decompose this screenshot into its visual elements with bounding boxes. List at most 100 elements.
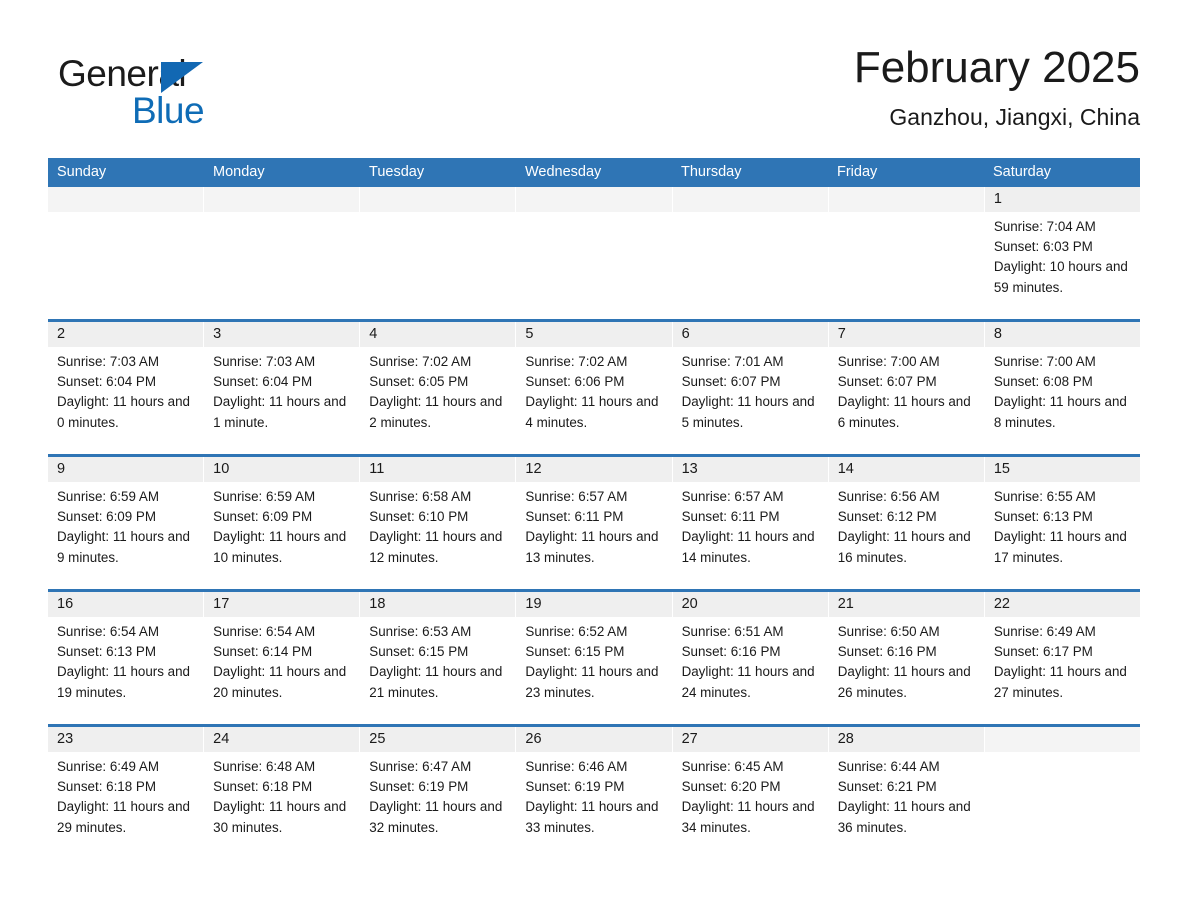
weekday-header-saturday: Saturday [993, 164, 1052, 180]
sunrise-text: Sunrise: 7:01 AM [681, 354, 784, 369]
day-cell[interactable]: 13 Sunrise: 6:57 AM Sunset: 6:11 PM Dayl… [672, 457, 829, 589]
day-details: Sunrise: 6:54 AM Sunset: 6:14 PM Dayligh… [204, 617, 359, 703]
sunrise-text: Sunrise: 6:59 AM [213, 489, 316, 504]
day-number: 28 [828, 727, 984, 752]
day-cell[interactable]: 26 Sunrise: 6:46 AM Sunset: 6:19 PM Dayl… [516, 727, 673, 859]
day-cell[interactable]: 16 Sunrise: 6:54 AM Sunset: 6:13 PM Dayl… [48, 592, 205, 724]
sunset-text: Sunset: 6:10 PM [369, 509, 469, 525]
day-cell[interactable]: 4 Sunrise: 7:02 AM Sunset: 6:05 PM Dayli… [360, 322, 517, 454]
daylight-text: Daylight: 11 hours and 13 minutes. [525, 529, 659, 565]
day-cell[interactable]: 19 Sunrise: 6:52 AM Sunset: 6:15 PM Dayl… [516, 592, 673, 724]
sunrise-text: Sunrise: 6:50 AM [837, 624, 940, 639]
sunset-text: Sunset: 6:09 PM [213, 509, 313, 525]
day-cell[interactable] [360, 187, 517, 319]
day-number: 26 [516, 727, 672, 752]
day-number [516, 187, 672, 212]
sunset-text: Sunset: 6:18 PM [213, 779, 313, 795]
page-header: General Blue February 2025 Ganzhou, Jian… [48, 40, 1140, 150]
sunset-text: Sunset: 6:15 PM [525, 644, 625, 660]
day-cell[interactable]: 27 Sunrise: 6:45 AM Sunset: 6:20 PM Dayl… [672, 727, 829, 859]
day-cell[interactable]: 22 Sunrise: 6:49 AM Sunset: 6:17 PM Dayl… [984, 592, 1140, 724]
day-details: Sunrise: 7:00 AM Sunset: 6:08 PM Dayligh… [985, 347, 1140, 433]
sunset-text: Sunset: 6:19 PM [369, 779, 469, 795]
day-number [204, 187, 360, 212]
day-cell[interactable]: 6 Sunrise: 7:01 AM Sunset: 6:07 PM Dayli… [672, 322, 829, 454]
sunset-text: Sunset: 6:20 PM [681, 779, 781, 795]
day-cell[interactable]: 2 Sunrise: 7:03 AM Sunset: 6:04 PM Dayli… [48, 322, 205, 454]
sunrise-text: Sunrise: 6:49 AM [57, 759, 159, 774]
day-cell[interactable]: 28 Sunrise: 6:44 AM Sunset: 6:21 PM Dayl… [828, 727, 985, 859]
sunset-text: Sunset: 6:03 PM [993, 239, 1093, 255]
sunset-text: Sunset: 6:21 PM [837, 779, 937, 795]
sunrise-text: Sunrise: 6:52 AM [525, 624, 628, 639]
day-number [984, 727, 1140, 752]
day-number [360, 187, 516, 212]
day-cell[interactable]: 17 Sunrise: 6:54 AM Sunset: 6:14 PM Dayl… [204, 592, 361, 724]
day-cell[interactable]: 21 Sunrise: 6:50 AM Sunset: 6:16 PM Dayl… [828, 592, 985, 724]
day-cell[interactable] [204, 187, 361, 319]
day-cell[interactable]: 9 Sunrise: 6:59 AM Sunset: 6:09 PM Dayli… [48, 457, 205, 589]
sunrise-text: Sunrise: 6:56 AM [837, 489, 940, 504]
day-cell[interactable]: 20 Sunrise: 6:51 AM Sunset: 6:16 PM Dayl… [672, 592, 829, 724]
day-cell[interactable] [48, 187, 205, 319]
day-details: Sunrise: 6:58 AM Sunset: 6:10 PM Dayligh… [360, 482, 515, 568]
title-block: February 2025 Ganzhou, Jiangxi, China [854, 40, 1140, 132]
day-cell[interactable]: 10 Sunrise: 6:59 AM Sunset: 6:09 PM Dayl… [204, 457, 361, 589]
day-details: Sunrise: 6:56 AM Sunset: 6:12 PM Dayligh… [829, 482, 984, 568]
day-cell[interactable]: 18 Sunrise: 6:53 AM Sunset: 6:15 PM Dayl… [360, 592, 517, 724]
sunrise-text: Sunrise: 7:02 AM [369, 354, 472, 369]
day-details: Sunrise: 6:52 AM Sunset: 6:15 PM Dayligh… [516, 617, 671, 703]
daylight-text: Daylight: 11 hours and 30 minutes. [213, 799, 347, 835]
day-cell[interactable]: 15 Sunrise: 6:55 AM Sunset: 6:13 PM Dayl… [984, 457, 1140, 589]
day-cell[interactable]: 3 Sunrise: 7:03 AM Sunset: 6:04 PM Dayli… [204, 322, 361, 454]
day-details: Sunrise: 6:47 AM Sunset: 6:19 PM Dayligh… [360, 752, 515, 838]
day-cell[interactable] [672, 187, 829, 319]
day-number: 27 [672, 727, 828, 752]
day-details: Sunrise: 6:55 AM Sunset: 6:13 PM Dayligh… [985, 482, 1140, 568]
day-cell[interactable] [984, 727, 1140, 859]
day-number: 19 [516, 592, 672, 617]
daylight-text: Daylight: 11 hours and 5 minutes. [681, 394, 815, 430]
day-cell[interactable]: 7 Sunrise: 7:00 AM Sunset: 6:07 PM Dayli… [828, 322, 985, 454]
day-cell[interactable]: 8 Sunrise: 7:00 AM Sunset: 6:08 PM Dayli… [984, 322, 1140, 454]
sunset-text: Sunset: 6:19 PM [525, 779, 625, 795]
day-cell[interactable] [828, 187, 985, 319]
day-cell[interactable] [516, 187, 673, 319]
day-cell[interactable]: 11 Sunrise: 6:58 AM Sunset: 6:10 PM Dayl… [360, 457, 517, 589]
sunrise-text: Sunrise: 7:04 AM [993, 219, 1096, 234]
calendar-page: General Blue February 2025 Ganzhou, Jian… [0, 0, 1188, 918]
sunset-text: Sunset: 6:13 PM [993, 509, 1093, 525]
sunset-text: Sunset: 6:08 PM [993, 374, 1093, 390]
sunset-text: Sunset: 6:14 PM [213, 644, 313, 660]
day-number [828, 187, 984, 212]
calendar-week-row: 2 Sunrise: 7:03 AM Sunset: 6:04 PM Dayli… [48, 319, 1140, 454]
day-number: 22 [984, 592, 1140, 617]
generalblue-logo[interactable]: General Blue [58, 52, 318, 138]
day-cell[interactable]: 23 Sunrise: 6:49 AM Sunset: 6:18 PM Dayl… [48, 727, 205, 859]
daylight-text: Daylight: 11 hours and 36 minutes. [837, 799, 971, 835]
day-details: Sunrise: 6:57 AM Sunset: 6:11 PM Dayligh… [516, 482, 671, 568]
day-details: Sunrise: 6:51 AM Sunset: 6:16 PM Dayligh… [673, 617, 828, 703]
sunset-text: Sunset: 6:09 PM [57, 509, 156, 525]
day-cell[interactable]: 14 Sunrise: 6:56 AM Sunset: 6:12 PM Dayl… [828, 457, 985, 589]
day-details: Sunrise: 7:01 AM Sunset: 6:07 PM Dayligh… [673, 347, 828, 433]
day-cell[interactable]: 1 Sunrise: 7:04 AM Sunset: 6:03 PM Dayli… [984, 187, 1140, 319]
sunrise-text: Sunrise: 7:00 AM [993, 354, 1096, 369]
day-cell[interactable]: 5 Sunrise: 7:02 AM Sunset: 6:06 PM Dayli… [516, 322, 673, 454]
sunrise-text: Sunrise: 6:54 AM [213, 624, 316, 639]
daylight-text: Daylight: 11 hours and 16 minutes. [837, 529, 971, 565]
day-cell[interactable]: 25 Sunrise: 6:47 AM Sunset: 6:19 PM Dayl… [360, 727, 517, 859]
day-cell[interactable]: 12 Sunrise: 6:57 AM Sunset: 6:11 PM Dayl… [516, 457, 673, 589]
day-details: Sunrise: 6:48 AM Sunset: 6:18 PM Dayligh… [204, 752, 359, 838]
day-number: 2 [48, 322, 204, 347]
sunset-text: Sunset: 6:18 PM [57, 779, 156, 795]
daylight-text: Daylight: 11 hours and 12 minutes. [369, 529, 503, 565]
sunrise-text: Sunrise: 6:47 AM [369, 759, 472, 774]
day-details: Sunrise: 7:00 AM Sunset: 6:07 PM Dayligh… [829, 347, 984, 433]
sunset-text: Sunset: 6:12 PM [837, 509, 937, 525]
sunset-text: Sunset: 6:07 PM [837, 374, 937, 390]
day-cell[interactable]: 24 Sunrise: 6:48 AM Sunset: 6:18 PM Dayl… [204, 727, 361, 859]
day-number: 18 [360, 592, 516, 617]
sunset-text: Sunset: 6:16 PM [681, 644, 781, 660]
sunrise-text: Sunrise: 6:57 AM [681, 489, 784, 504]
